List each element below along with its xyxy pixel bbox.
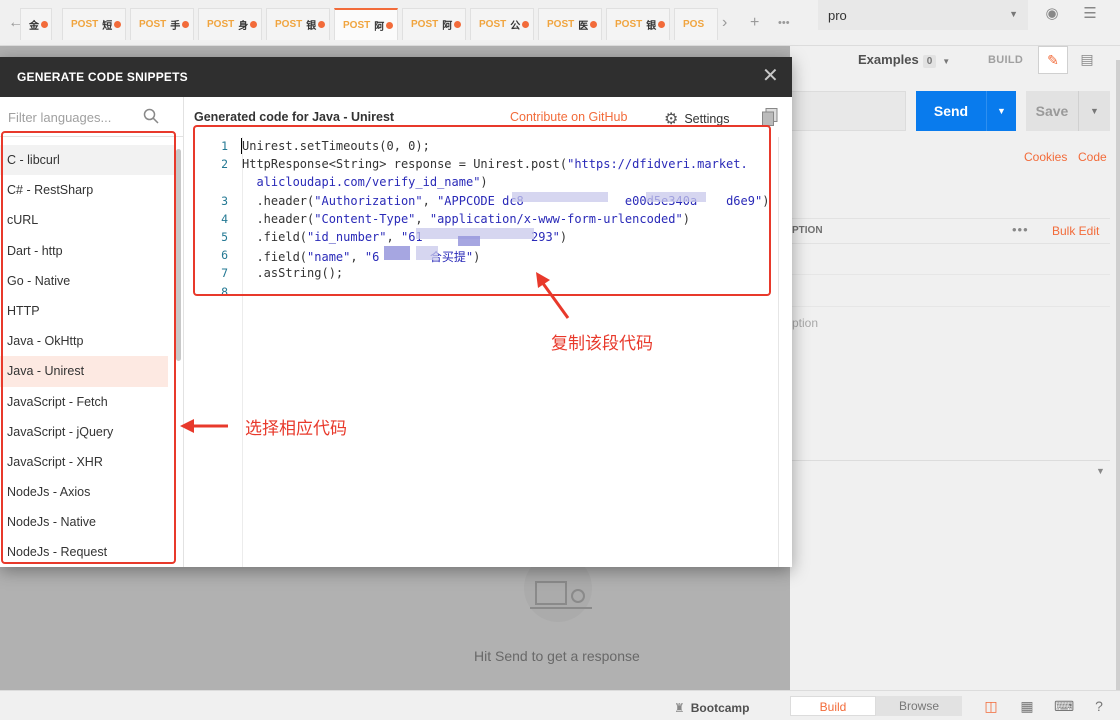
tab-label: 银 <box>646 21 657 32</box>
unsaved-dot-icon <box>590 21 598 28</box>
response-divider <box>790 460 1110 461</box>
request-tab[interactable]: POST 银 <box>266 8 330 40</box>
request-tab[interactable]: POST 阿 <box>334 8 398 40</box>
code-scrollbar[interactable] <box>778 137 779 567</box>
tab-label: 身 <box>238 21 249 32</box>
url-input[interactable] <box>790 91 906 131</box>
bulk-edit-link[interactable]: Bulk Edit <box>1052 224 1099 238</box>
contribute-github-link[interactable]: Contribute on GitHub <box>510 110 627 124</box>
annotation-box-code <box>193 125 771 296</box>
new-tab-plus-icon[interactable]: + <box>750 14 759 32</box>
request-tab[interactable]: POST 手 <box>130 8 194 40</box>
chevron-down-icon: ▼ <box>942 57 951 66</box>
http-method-label: POS <box>683 19 705 30</box>
tab-label: 手 <box>170 21 181 32</box>
params-table-header: PTION ••• Bulk Edit <box>790 218 1110 244</box>
chevron-down-icon: ▼ <box>1009 9 1018 19</box>
search-icon <box>143 108 159 124</box>
filter-languages-input[interactable] <box>8 107 138 127</box>
http-method-label: POST <box>207 19 235 30</box>
request-tab[interactable]: POST 阿 <box>402 8 466 40</box>
chevron-right-icon[interactable]: › <box>722 14 727 32</box>
http-method-label: POST <box>71 19 99 30</box>
unsaved-dot-icon <box>41 21 48 28</box>
request-tab[interactable]: POST 医 <box>538 8 602 40</box>
build-toggle[interactable]: Build <box>790 696 876 716</box>
build-mode-label: BUILD <box>988 54 1024 66</box>
request-tab[interactable]: POST 身 <box>198 8 262 40</box>
save-button[interactable]: Save ▼ <box>1026 91 1110 131</box>
request-tab[interactable]: POST 银 <box>606 8 670 40</box>
environment-select[interactable]: pro ▼ <box>818 0 1028 30</box>
unsaved-dot-icon <box>250 21 258 28</box>
unsaved-dot-icon <box>522 21 530 28</box>
unsaved-dot-icon <box>386 21 394 29</box>
cookies-link[interactable]: Cookies <box>1024 150 1067 164</box>
sliders-icon[interactable]: ☰ <box>1076 4 1104 26</box>
copy-icon[interactable] <box>762 108 778 126</box>
table-row-divider <box>790 274 1110 275</box>
http-method-label: POST <box>547 19 575 30</box>
http-method-label: POST <box>275 19 303 30</box>
layout-icon[interactable]: ▦ <box>1018 697 1036 715</box>
description-column-header: PTION <box>792 225 823 236</box>
chevron-down-icon[interactable]: ▼ <box>986 91 1016 131</box>
help-icon[interactable]: ? <box>1090 697 1108 715</box>
unsaved-dot-icon <box>182 21 190 28</box>
status-bar: ♜ Bootcamp Build Browse ◫ ▦ ⌨ ? <box>0 690 1120 720</box>
modal-title: GENERATE CODE SNIPPETS <box>17 70 188 84</box>
http-method-label: POST <box>411 19 439 30</box>
bootcamp-button[interactable]: ♜ Bootcamp <box>674 701 749 715</box>
annotation-copy-code: 复制该段代码 <box>551 334 653 354</box>
tab-label: 公 <box>510 21 521 32</box>
tab-label: 短 <box>102 21 113 32</box>
tab-label: 医 <box>578 21 589 32</box>
bootcamp-icon: ♜ <box>674 701 685 715</box>
http-method-label: POST <box>615 19 643 30</box>
request-tab[interactable]: POST 短 <box>62 8 126 40</box>
generated-code-title: Generated code for Java - Unirest <box>194 110 395 124</box>
tab-label: 阿 <box>374 21 385 33</box>
close-icon[interactable]: ✕ <box>762 66 779 86</box>
request-tab[interactable]: POST 公 <box>470 8 534 40</box>
two-pane-icon[interactable]: ◫ <box>982 697 1000 715</box>
tab-label: 银 <box>306 21 317 32</box>
unsaved-dot-icon <box>318 21 326 28</box>
annotation-box-language-list <box>1 131 176 564</box>
unsaved-dot-icon <box>454 21 462 28</box>
scrollbar[interactable] <box>1116 60 1120 690</box>
description-placeholder[interactable]: ption <box>792 316 818 330</box>
request-tab[interactable]: 金 <box>20 8 52 40</box>
keyboard-icon[interactable]: ⌨ <box>1054 697 1074 715</box>
unsaved-dot-icon <box>658 21 666 28</box>
edit-pencil-icon[interactable]: ✎ <box>1038 46 1068 74</box>
more-options-icon[interactable]: ••• <box>1012 222 1029 237</box>
http-method-label: POST <box>343 19 371 31</box>
eye-icon[interactable]: ◉ <box>1038 4 1066 26</box>
http-method-label: POST <box>479 19 507 30</box>
chevron-down-icon[interactable]: ▼ <box>1096 466 1105 476</box>
annotation-choose-code: 选择相应代码 <box>245 419 347 439</box>
send-button[interactable]: Send ▼ <box>916 91 1016 131</box>
examples-dropdown[interactable]: Examples 0 ▼ <box>858 52 950 68</box>
browse-toggle[interactable]: Browse <box>876 696 962 716</box>
examples-count: 0 <box>922 55 937 68</box>
tab-menu-icon[interactable]: ••• <box>778 17 790 29</box>
http-method-label: POST <box>139 19 167 30</box>
language-list-scrollbar[interactable] <box>176 149 181 361</box>
table-row-divider <box>790 306 1110 307</box>
tab-label: 阿 <box>442 21 453 32</box>
unsaved-dot-icon <box>114 21 122 28</box>
documentation-icon[interactable]: ▤ <box>1072 46 1102 74</box>
code-link[interactable]: Code <box>1078 150 1107 164</box>
modal-header: GENERATE CODE SNIPPETS ✕ <box>0 57 792 97</box>
request-tab[interactable]: POS <box>674 8 718 40</box>
arrow-left-annotation-icon <box>180 419 228 433</box>
arrow-up-annotation-icon <box>536 272 570 319</box>
chevron-down-icon[interactable]: ▼ <box>1078 91 1110 131</box>
